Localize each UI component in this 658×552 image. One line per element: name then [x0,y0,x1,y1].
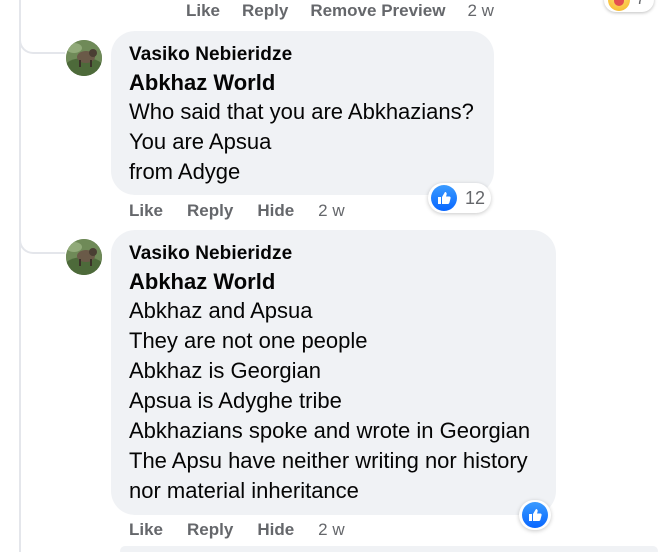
comment-text-line: Who said that you are Abkhazians? [129,99,474,124]
remove-preview-link[interactable]: Remove Preview [310,1,445,21]
reaction-count: 12 [465,187,486,208]
previous-comment-actions: Like Reply Remove Preview 2 w [186,0,494,22]
like-link[interactable]: Like [129,201,163,221]
hide-link[interactable]: Hide [257,520,294,540]
comment-author[interactable]: Vasiko Nebieridze [129,43,476,67]
reply-link[interactable]: Reply [242,1,288,21]
avatar-image [66,40,102,76]
like-link[interactable]: Like [186,1,220,21]
comment-actions: Like Reply Hide 2 w [129,518,345,542]
comment-author[interactable]: Vasiko Nebieridze [129,242,538,266]
avatar[interactable] [66,40,102,76]
haha-emoji-icon [608,0,630,11]
reaction-summary[interactable]: 12 [428,183,492,213]
like-thumb-icon [431,185,457,211]
mention-tag[interactable]: Abkhaz World [129,268,538,296]
comment-text-line: Abkhaz is Georgian [129,358,321,383]
next-comment-bubble [120,546,658,552]
comment-text-line: Apsua is Adyghe tribe [129,388,342,413]
like-link[interactable]: Like [129,520,163,540]
timestamp[interactable]: 2 w [318,201,344,221]
reply-link[interactable]: Reply [187,201,233,221]
reaction-summary[interactable]: 7 [604,0,654,12]
comment-text-line: You are Apsua [129,129,272,154]
reaction-summary[interactable] [519,500,551,530]
hide-link[interactable]: Hide [257,201,294,221]
thread-line [19,0,21,552]
comment-text-line: nor material inheritance [129,478,359,503]
timestamp[interactable]: 2 w [467,1,493,21]
reply-link[interactable]: Reply [187,520,233,540]
comment-bubble: Vasiko Nebieridze Abkhaz World Who said … [111,31,494,195]
comment-text-line: They are not one people [129,328,368,353]
comment-text-line: Abkhazians spoke and wrote in Georgian [129,418,531,443]
avatar[interactable] [66,239,102,275]
like-thumb-icon [522,502,548,528]
avatar-image [66,239,102,275]
timestamp[interactable]: 2 w [318,520,344,540]
comment-bubble: Vasiko Nebieridze Abkhaz World Abkhaz an… [111,230,556,515]
comment-thread: Like Reply Remove Preview 2 w 7 Vasiko N… [0,0,658,552]
thread-connector [19,32,65,54]
comment-actions: Like Reply Hide 2 w [129,199,345,223]
thread-connector [19,232,65,254]
comment-text-line: The Apsu have neither writing nor histor… [129,448,528,473]
mention-tag[interactable]: Abkhaz World [129,69,476,97]
reaction-count: 7 [636,0,645,9]
comment-text-line: Abkhaz and Apsua [129,298,313,323]
comment-text-line: from Adyge [129,159,241,184]
